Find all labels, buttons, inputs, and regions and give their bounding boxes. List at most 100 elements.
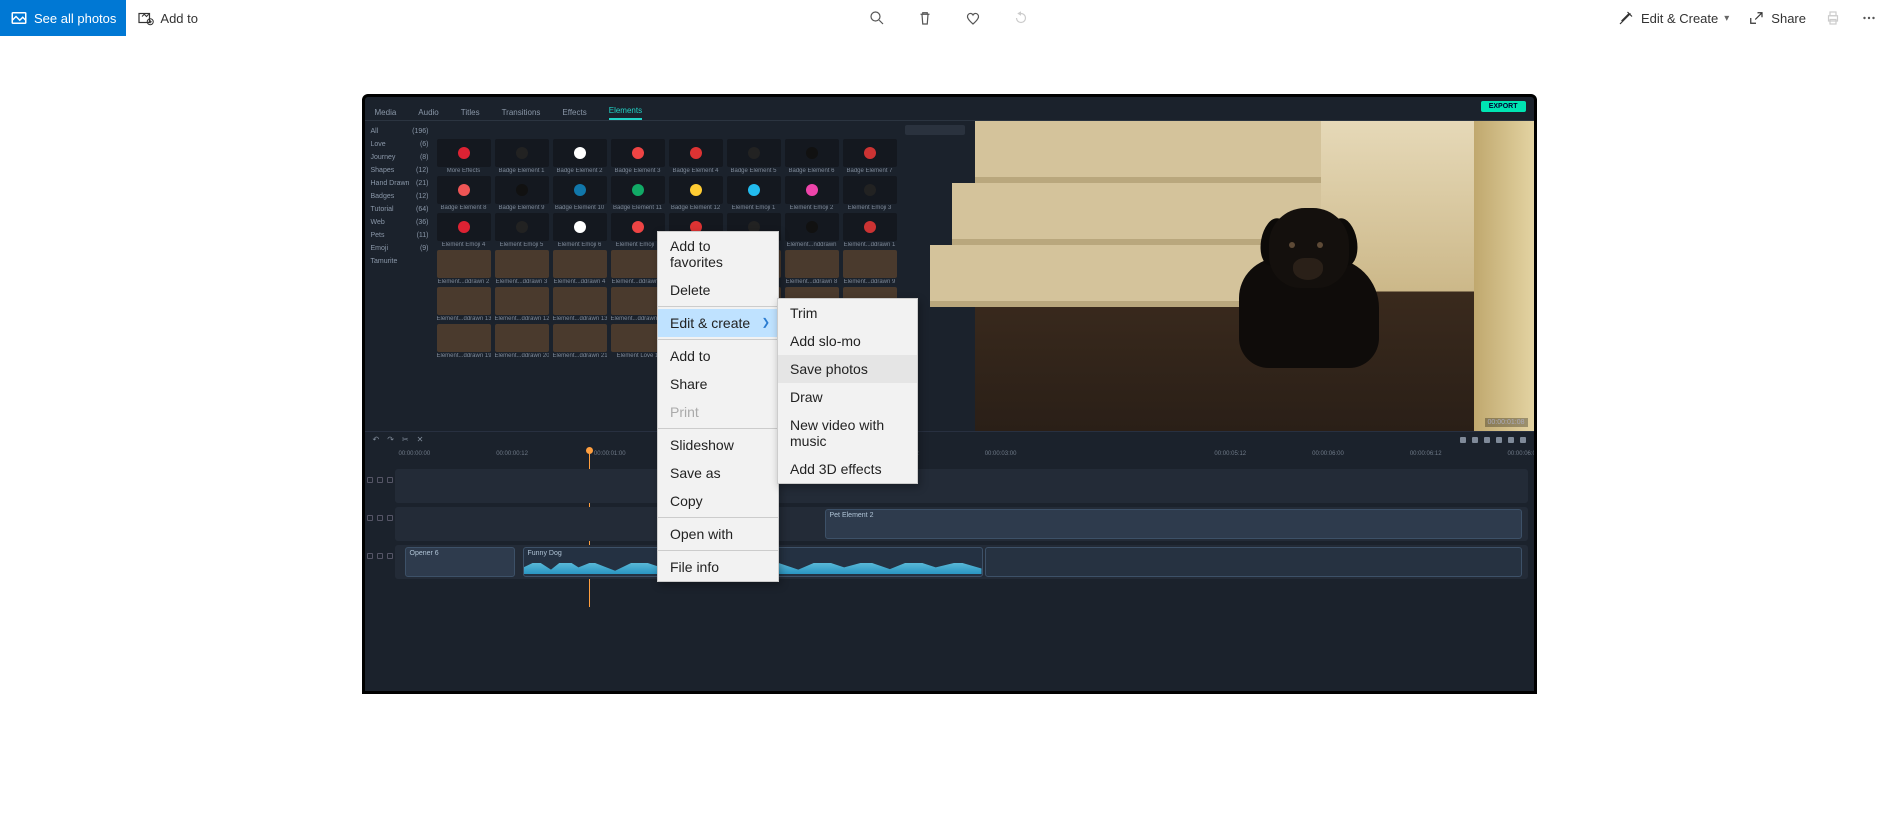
element-cell[interactable]: Element Emoji 2	[785, 176, 839, 211]
element-cell[interactable]: Element...ddrawn 4	[553, 250, 607, 285]
ruler-tick: 00:00:00:00	[399, 451, 431, 465]
element-cell[interactable]: Element Emoji 3	[843, 176, 897, 211]
control-icon[interactable]	[1472, 437, 1478, 443]
ruler-tick: 00:00:05:12	[1214, 451, 1246, 465]
ctx-save-as[interactable]: Save as	[658, 459, 778, 487]
element-cell[interactable]: Element...nddrawn	[785, 213, 839, 248]
ctx-delete[interactable]: Delete	[658, 276, 778, 304]
element-cell[interactable]: Element...ddrawn 19	[437, 324, 491, 359]
element-cell[interactable]: Badge Element 6	[785, 139, 839, 174]
sidebar-category[interactable]: Hand Drawn(21)	[371, 177, 429, 190]
sidebar-category[interactable]: Pets(11)	[371, 229, 429, 242]
element-cell[interactable]: Element...ddrawn 8	[785, 250, 839, 285]
control-icon[interactable]	[1520, 437, 1526, 443]
tab-audio[interactable]: Audio	[418, 98, 438, 120]
element-cell[interactable]: Badge Element 11	[611, 176, 665, 211]
sidebar-category[interactable]: Shapes(12)	[371, 164, 429, 177]
ctx-file-info[interactable]: File info	[658, 553, 778, 581]
element-cell[interactable]: Element...ddrawn 20	[495, 324, 549, 359]
sub-draw[interactable]: Draw	[778, 383, 917, 411]
element-cell[interactable]: Badge Element 8	[437, 176, 491, 211]
element-cell[interactable]: Element...ddrawn 21	[553, 324, 607, 359]
edit-create-button[interactable]: Edit & Create ▾	[1617, 9, 1729, 27]
element-cell[interactable]: Badge Element 9	[495, 176, 549, 211]
sidebar-category[interactable]: Love(6)	[371, 138, 429, 151]
control-icon[interactable]	[1460, 437, 1466, 443]
undo-icon[interactable]: ↶	[373, 435, 380, 444]
ctx-slideshow[interactable]: Slideshow	[658, 431, 778, 459]
export-button[interactable]: EXPORT	[1481, 101, 1526, 112]
control-icon[interactable]	[1484, 437, 1490, 443]
element-cell[interactable]: More Effects	[437, 139, 491, 174]
tab-effects[interactable]: Effects	[562, 98, 586, 120]
ctx-add-to-favorites[interactable]: Add to favorites	[658, 232, 778, 276]
stair-rail	[1474, 121, 1534, 431]
element-cell[interactable]: Badge Element 4	[669, 139, 723, 174]
element-cell[interactable]: Badge Element 10	[553, 176, 607, 211]
element-cell[interactable]: Element Emoji 6	[553, 213, 607, 248]
tab-elements[interactable]: Elements	[609, 96, 642, 120]
ctx-copy[interactable]: Copy	[658, 487, 778, 515]
zoom-icon[interactable]	[868, 9, 886, 27]
element-cell[interactable]: Element...ddrawn 2	[437, 250, 491, 285]
delete-icon[interactable]	[916, 9, 934, 27]
element-cell[interactable]: Element...ddrawn 13	[553, 287, 607, 322]
close-icon[interactable]: ✕	[417, 435, 424, 444]
tab-titles[interactable]: Titles	[461, 98, 480, 120]
clip-remainder[interactable]	[985, 547, 1522, 577]
more-icon[interactable]	[1860, 9, 1878, 27]
element-cell[interactable]: Element...ddrawn 9	[843, 250, 897, 285]
editor-body: All(196)Love(6)Journey(8)Shapes(12)Hand …	[365, 121, 1534, 431]
element-cell[interactable]: Element...ddrawn 12	[495, 287, 549, 322]
search-input[interactable]	[905, 125, 965, 135]
ruler-tick: 00:00:03:00	[985, 451, 1017, 465]
control-icon[interactable]	[1508, 437, 1514, 443]
cut-icon[interactable]: ✂	[402, 435, 409, 444]
sidebar-category[interactable]: Web(36)	[371, 216, 429, 229]
sidebar-category[interactable]: Emoji(9)	[371, 242, 429, 255]
sub-add-slomo[interactable]: Add slo-mo	[778, 327, 917, 355]
ctx-open-with[interactable]: Open with	[658, 520, 778, 548]
element-cell[interactable]: Element...ddrawn 13	[437, 287, 491, 322]
ctx-add-to[interactable]: Add to	[658, 342, 778, 370]
clip-opener[interactable]: Opener 6	[405, 547, 515, 577]
favorite-heart-icon[interactable]	[964, 9, 982, 27]
element-cell[interactable]: Element Emoji 1	[727, 176, 781, 211]
tab-transitions[interactable]: Transitions	[502, 98, 541, 120]
tab-media[interactable]: Media	[375, 98, 397, 120]
element-cell[interactable]: Element Emoji 5	[495, 213, 549, 248]
element-cell[interactable]: Badge Element 12	[669, 176, 723, 211]
share-button[interactable]: Share	[1747, 9, 1806, 27]
sidebar-category[interactable]: Journey(8)	[371, 151, 429, 164]
element-cell[interactable]: Badge Element 2	[553, 139, 607, 174]
element-cell[interactable]: Badge Element 3	[611, 139, 665, 174]
sidebar-category[interactable]: All(196)	[371, 125, 429, 138]
sidebar-category[interactable]: Tamurite	[371, 255, 429, 268]
element-cell[interactable]: Badge Element 1	[495, 139, 549, 174]
track-2: Pet Element 2	[395, 507, 1528, 541]
ctx-print: Print	[658, 398, 778, 426]
sidebar-category[interactable]: Badges(12)	[371, 190, 429, 203]
element-cell[interactable]: Element...ddrawn 1	[843, 213, 897, 248]
add-to-button[interactable]: Add to	[126, 0, 208, 36]
track-1	[395, 469, 1528, 503]
preview-controls: ↶ ↷ ✂ ✕	[365, 431, 1534, 447]
clip-pet-element[interactable]: Pet Element 2	[825, 509, 1522, 539]
element-cell[interactable]: Badge Element 5	[727, 139, 781, 174]
element-cell[interactable]: Badge Element 7	[843, 139, 897, 174]
sub-save-photos[interactable]: Save photos	[778, 355, 917, 383]
sub-trim[interactable]: Trim	[778, 299, 917, 327]
control-icon[interactable]	[1496, 437, 1502, 443]
element-cell[interactable]: Element Emoji 4	[437, 213, 491, 248]
element-cell[interactable]: Element...ddrawn 3	[495, 250, 549, 285]
timeline: 00:00:00:0000:00:00:1200:00:01:0000:00:0…	[365, 447, 1534, 607]
sub-new-video-music[interactable]: New video with music	[778, 411, 917, 455]
ctx-edit-create[interactable]: Edit & create ❯	[658, 309, 778, 337]
see-all-photos-button[interactable]: See all photos	[0, 0, 126, 36]
redo-icon[interactable]: ↷	[387, 435, 394, 444]
sub-add-3d[interactable]: Add 3D effects	[778, 455, 917, 483]
sidebar-category[interactable]: Tutorial(64)	[371, 203, 429, 216]
ctx-share[interactable]: Share	[658, 370, 778, 398]
separator	[658, 339, 778, 340]
toolbar-right: Edit & Create ▾ Share	[1617, 0, 1898, 36]
